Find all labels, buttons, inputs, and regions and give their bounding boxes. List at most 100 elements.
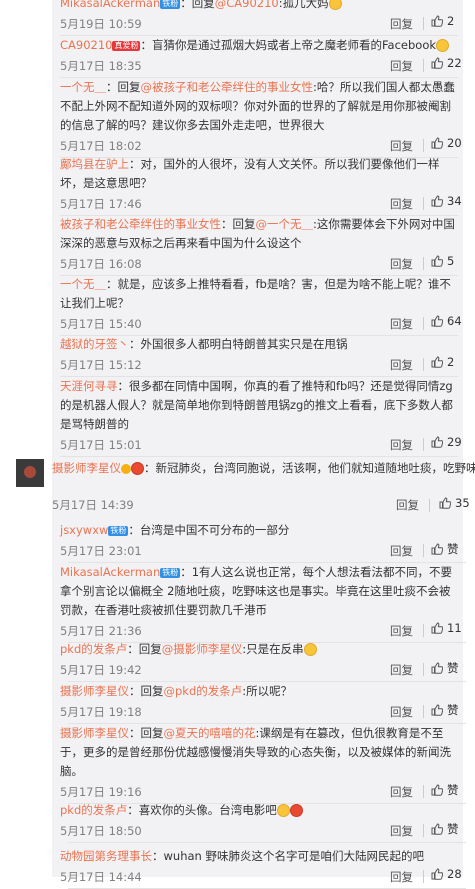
- comment-body: 天涯何寻寻：很多都在同情中国啊，你真的看了推特和fb吗？还是觉得同情zg的是机器…: [60, 377, 458, 434]
- like-count: 2: [447, 14, 455, 28]
- comment-body: 动物园第务理事长：wuhan 野味肺炎这个名字可是咱们大陆网民起的吧: [60, 847, 458, 866]
- reply-button[interactable]: 回复: [390, 784, 413, 800]
- like-button[interactable]: 29: [431, 435, 462, 449]
- fan-badge: 真爱粉: [112, 40, 141, 51]
- comment-time: 5月17日 14:44: [60, 870, 142, 884]
- comment-username[interactable]: 摄影师李星仪: [52, 461, 121, 475]
- like-button[interactable]: 5: [431, 254, 454, 268]
- reply-button[interactable]: 回复: [390, 256, 413, 272]
- comment-username[interactable]: 越狱的牙签丶: [60, 337, 129, 351]
- like-button[interactable]: 赞: [431, 702, 459, 718]
- comment-body: 鄺坞县在驴上：对，国外的人很坏，没有人文关怀。所以我们要像他们一样坏，是这意思吧…: [60, 155, 458, 193]
- comment-username[interactable]: 动物园第务理事长: [60, 849, 152, 863]
- like-button[interactable]: 2: [431, 355, 454, 369]
- comment-text: ：回复: [127, 642, 162, 656]
- like-button[interactable]: 34: [431, 194, 462, 208]
- reply-button[interactable]: 回复: [390, 869, 413, 885]
- reply-button[interactable]: 回复: [390, 316, 413, 332]
- comment-username[interactable]: pkd的发条卢: [60, 803, 127, 817]
- like-button[interactable]: 赞: [431, 821, 459, 837]
- like-count: 赞: [447, 822, 459, 836]
- comment-username[interactable]: jsxywxw: [60, 523, 108, 537]
- reply-button[interactable]: 回复: [390, 196, 413, 212]
- like-button[interactable]: 64: [431, 314, 462, 328]
- comment-meta: 5月19日 10:59 回复 2: [60, 14, 458, 34]
- mention-link[interactable]: @被孩子和老公牵绊住的事业女性: [141, 80, 314, 94]
- comment-username[interactable]: 摄影师李星仪: [60, 726, 129, 740]
- comment-time: 5月17日 19:16: [60, 785, 142, 799]
- like-button[interactable]: 22: [431, 56, 462, 70]
- like-button[interactable]: 赞: [431, 541, 459, 557]
- comment-item: jsxywxw 铁粉 ：台湾是中国不可分布的一部分 5月17日 23:01 回复 赞: [60, 521, 459, 561]
- like-count: 赞: [447, 661, 459, 675]
- like-button[interactable]: 赞: [431, 782, 459, 798]
- comment-time: 5月17日 19:42: [60, 663, 142, 677]
- comment-time: 5月17日 17:46: [60, 197, 142, 211]
- mention-link[interactable]: @夏天的嘻嘻的花: [164, 726, 256, 740]
- comment-username[interactable]: 一个无＿: [60, 277, 106, 291]
- comment-item: CA90210 真爱粉 ：盲猜你是通过孤烟大妈或者上帝之魔老师看的Facebook 5…: [60, 36, 462, 76]
- comment-meta: 5月17日 14:44 回复 28: [60, 867, 462, 887]
- reply-button[interactable]: 回复: [390, 58, 413, 74]
- comment-meta: 5月17日 15:12 回复 2: [60, 355, 458, 375]
- smiley-emoji-icon: [328, 0, 342, 10]
- comment-text: :只是在反串: [242, 642, 304, 656]
- comment-item: 越狱的牙签丶：外国很多人都明白特朗普其实只是在甩锅 5月17日 15:12 回复 2: [60, 335, 458, 375]
- thumbs-up-icon: [431, 543, 443, 555]
- reply-button[interactable]: 回复: [390, 16, 413, 32]
- like-button[interactable]: 2: [431, 14, 454, 28]
- like-button[interactable]: 赞: [431, 660, 459, 676]
- reply-button[interactable]: 回复: [390, 623, 413, 639]
- thumbs-up-icon: [431, 662, 443, 674]
- comment-time: 5月19日 10:59: [60, 17, 142, 31]
- reply-button[interactable]: 回复: [390, 704, 413, 720]
- comment-username[interactable]: 摄影师李星仪: [60, 684, 129, 698]
- like-count: 22: [447, 56, 462, 70]
- fan-badge: 铁粉: [160, 567, 181, 578]
- avatar[interactable]: [16, 459, 44, 487]
- comment-item: pkd的发条卢：回复@摄影师李星仪:只是在反串 5月17日 19:42 回复 赞: [60, 640, 459, 680]
- mention-link[interactable]: @一个无＿: [256, 217, 314, 231]
- like-button[interactable]: 28: [431, 867, 462, 881]
- comment-username[interactable]: 天涯何寻寻: [60, 379, 118, 393]
- comment-time: 5月17日 19:18: [60, 705, 142, 719]
- comment-time: 5月17日 15:12: [60, 358, 142, 372]
- thumbs-up-icon: [431, 436, 443, 448]
- reply-button[interactable]: 回复: [390, 138, 413, 154]
- comment-meta: 5月17日 18:50 回复 赞: [60, 821, 459, 841]
- mention-link[interactable]: @CA90210: [215, 0, 279, 10]
- comment-username[interactable]: MikasalAckerman: [60, 565, 160, 579]
- reply-button[interactable]: 回复: [390, 357, 413, 373]
- mention-link[interactable]: @pkd的发条卢: [164, 684, 243, 698]
- mention-link[interactable]: @摄影师李星仪: [162, 642, 243, 656]
- like-count: 11: [447, 621, 462, 635]
- comment-meta: 5月17日 19:18 回复 赞: [60, 702, 459, 722]
- reply-button[interactable]: 回复: [396, 497, 419, 513]
- thumbs-up-icon: [431, 704, 443, 716]
- comment-username[interactable]: CA90210: [60, 38, 112, 52]
- comment-meta: 5月17日 21:36 回复 11: [60, 621, 462, 641]
- like-button[interactable]: 11: [431, 621, 462, 635]
- smiley-emoji-icon: [436, 39, 450, 52]
- reply-button[interactable]: 回复: [390, 662, 413, 678]
- like-button[interactable]: 20: [431, 136, 462, 150]
- comment-username[interactable]: 被孩子和老公牵绊住的事业女性: [60, 217, 221, 231]
- thumbs-up-icon: [431, 137, 443, 149]
- comment-body: jsxywxw 铁粉 ：台湾是中国不可分布的一部分: [60, 521, 458, 540]
- comment-item: 摄影师李星仪：回复@pkd的发条卢:所以呢？ 5月17日 19:18 回复 赞: [60, 682, 459, 722]
- comment-meta: 5月17日 18:02 回复 20: [60, 136, 462, 156]
- comment-username[interactable]: pkd的发条卢: [60, 642, 127, 656]
- reply-button[interactable]: 回复: [390, 823, 413, 839]
- comment-time: 5月17日 16:08: [60, 257, 142, 271]
- like-button[interactable]: 35: [439, 496, 470, 510]
- reply-button[interactable]: 回复: [390, 543, 413, 559]
- comment-body: 被孩子和老公牵绊住的事业女性：回复@一个无＿:这你需要体会下外网对中国深深的恶意…: [60, 215, 458, 253]
- reply-button[interactable]: 回复: [390, 437, 413, 453]
- comment-username[interactable]: 鄺坞县在驴上: [60, 157, 129, 171]
- comment-username[interactable]: MikasalAckerman: [60, 0, 160, 10]
- sub-replies: jsxywxw 铁粉 ：台湾是中国不可分布的一部分 5月17日 23:01 回复赞 Mik…: [60, 518, 466, 889]
- comment-username[interactable]: 一个无＿: [60, 80, 106, 94]
- comment-time: 5月17日 21:36: [60, 624, 142, 638]
- comment-meta: 5月17日 17:46 回复 34: [60, 194, 462, 214]
- comment-text: ：就是，应该多上推特看看，fb是啥？害，但是为啥不能上呢？谁不让我们上呢？: [60, 277, 451, 310]
